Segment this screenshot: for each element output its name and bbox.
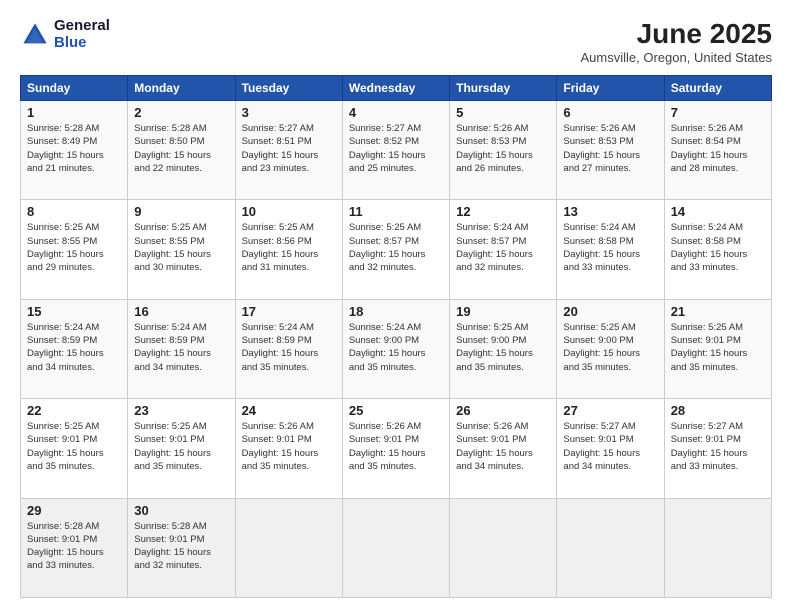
- title-month: June 2025: [581, 18, 772, 50]
- logo-blue-label: Blue: [54, 35, 110, 52]
- week-row-2: 15Sunrise: 5:24 AMSunset: 8:59 PMDayligh…: [21, 299, 772, 398]
- col-wednesday: Wednesday: [342, 76, 449, 101]
- table-row: 5Sunrise: 5:26 AMSunset: 8:53 PMDaylight…: [450, 101, 557, 200]
- table-row: 26Sunrise: 5:26 AMSunset: 9:01 PMDayligh…: [450, 399, 557, 498]
- table-row: 20Sunrise: 5:25 AMSunset: 9:00 PMDayligh…: [557, 299, 664, 398]
- table-row: [557, 498, 664, 597]
- col-saturday: Saturday: [664, 76, 771, 101]
- calendar-table: Sunday Monday Tuesday Wednesday Thursday…: [20, 75, 772, 598]
- table-row: 29Sunrise: 5:28 AMSunset: 9:01 PMDayligh…: [21, 498, 128, 597]
- page: General Blue June 2025 Aumsville, Oregon…: [0, 0, 792, 612]
- table-row: 7Sunrise: 5:26 AMSunset: 8:54 PMDaylight…: [664, 101, 771, 200]
- table-row: 23Sunrise: 5:25 AMSunset: 9:01 PMDayligh…: [128, 399, 235, 498]
- col-sunday: Sunday: [21, 76, 128, 101]
- logo-general-label: General: [54, 18, 110, 35]
- table-row: 14Sunrise: 5:24 AMSunset: 8:58 PMDayligh…: [664, 200, 771, 299]
- col-monday: Monday: [128, 76, 235, 101]
- table-row: 1Sunrise: 5:28 AMSunset: 8:49 PMDaylight…: [21, 101, 128, 200]
- table-row: 11Sunrise: 5:25 AMSunset: 8:57 PMDayligh…: [342, 200, 449, 299]
- title-location: Aumsville, Oregon, United States: [581, 50, 772, 65]
- week-row-4: 29Sunrise: 5:28 AMSunset: 9:01 PMDayligh…: [21, 498, 772, 597]
- table-row: 8Sunrise: 5:25 AMSunset: 8:55 PMDaylight…: [21, 200, 128, 299]
- table-row: 17Sunrise: 5:24 AMSunset: 8:59 PMDayligh…: [235, 299, 342, 398]
- table-row: 15Sunrise: 5:24 AMSunset: 8:59 PMDayligh…: [21, 299, 128, 398]
- title-block: June 2025 Aumsville, Oregon, United Stat…: [581, 18, 772, 65]
- week-row-0: 1Sunrise: 5:28 AMSunset: 8:49 PMDaylight…: [21, 101, 772, 200]
- logo-text: General Blue: [54, 18, 110, 51]
- table-row: 4Sunrise: 5:27 AMSunset: 8:52 PMDaylight…: [342, 101, 449, 200]
- table-row: 28Sunrise: 5:27 AMSunset: 9:01 PMDayligh…: [664, 399, 771, 498]
- table-row: 6Sunrise: 5:26 AMSunset: 8:53 PMDaylight…: [557, 101, 664, 200]
- col-tuesday: Tuesday: [235, 76, 342, 101]
- table-row: 13Sunrise: 5:24 AMSunset: 8:58 PMDayligh…: [557, 200, 664, 299]
- col-friday: Friday: [557, 76, 664, 101]
- table-row: 10Sunrise: 5:25 AMSunset: 8:56 PMDayligh…: [235, 200, 342, 299]
- table-row: 25Sunrise: 5:26 AMSunset: 9:01 PMDayligh…: [342, 399, 449, 498]
- table-row: 19Sunrise: 5:25 AMSunset: 9:00 PMDayligh…: [450, 299, 557, 398]
- table-row: [235, 498, 342, 597]
- table-row: 16Sunrise: 5:24 AMSunset: 8:59 PMDayligh…: [128, 299, 235, 398]
- col-thursday: Thursday: [450, 76, 557, 101]
- table-row: 21Sunrise: 5:25 AMSunset: 9:01 PMDayligh…: [664, 299, 771, 398]
- logo: General Blue: [20, 18, 110, 51]
- table-row: 18Sunrise: 5:24 AMSunset: 9:00 PMDayligh…: [342, 299, 449, 398]
- header-row: Sunday Monday Tuesday Wednesday Thursday…: [21, 76, 772, 101]
- table-row: 9Sunrise: 5:25 AMSunset: 8:55 PMDaylight…: [128, 200, 235, 299]
- table-row: 12Sunrise: 5:24 AMSunset: 8:57 PMDayligh…: [450, 200, 557, 299]
- table-row: [664, 498, 771, 597]
- table-row: [342, 498, 449, 597]
- week-row-3: 22Sunrise: 5:25 AMSunset: 9:01 PMDayligh…: [21, 399, 772, 498]
- table-row: 24Sunrise: 5:26 AMSunset: 9:01 PMDayligh…: [235, 399, 342, 498]
- table-row: 27Sunrise: 5:27 AMSunset: 9:01 PMDayligh…: [557, 399, 664, 498]
- week-row-1: 8Sunrise: 5:25 AMSunset: 8:55 PMDaylight…: [21, 200, 772, 299]
- table-row: [450, 498, 557, 597]
- table-row: 2Sunrise: 5:28 AMSunset: 8:50 PMDaylight…: [128, 101, 235, 200]
- logo-icon: [20, 20, 50, 50]
- header: General Blue June 2025 Aumsville, Oregon…: [20, 18, 772, 65]
- table-row: 30Sunrise: 5:28 AMSunset: 9:01 PMDayligh…: [128, 498, 235, 597]
- table-row: 3Sunrise: 5:27 AMSunset: 8:51 PMDaylight…: [235, 101, 342, 200]
- table-row: 22Sunrise: 5:25 AMSunset: 9:01 PMDayligh…: [21, 399, 128, 498]
